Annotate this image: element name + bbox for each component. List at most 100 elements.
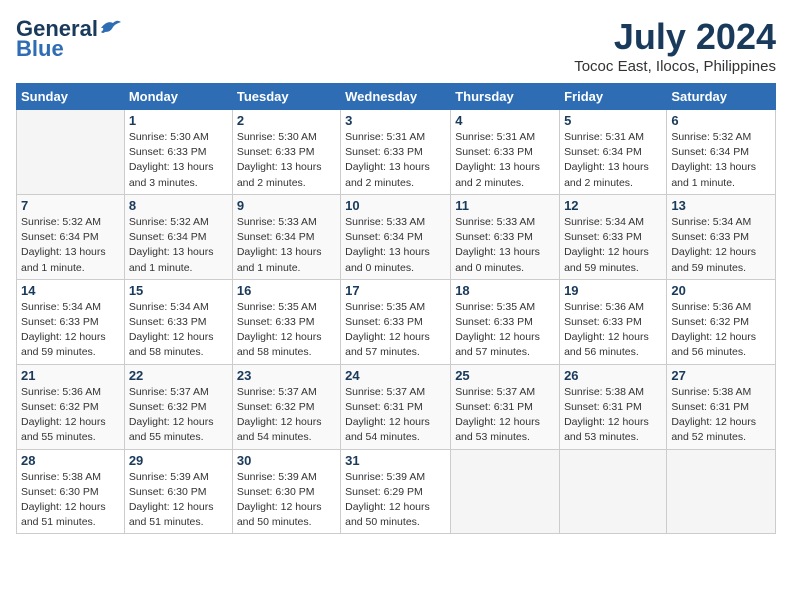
calendar-cell: 26 Sunrise: 5:38 AMSunset: 6:31 PMDayligh… [560, 364, 667, 449]
calendar-cell: 13Sunrise: 5:34 AMSunset: 6:33 PMDayligh… [667, 194, 776, 279]
day-number: 12 [564, 198, 662, 213]
logo-blue: Blue [16, 36, 64, 62]
day-number: 22 [129, 368, 228, 383]
calendar-cell: 15 Sunrise: 5:34 AMSunset: 6:33 PMDayligh… [124, 279, 232, 364]
day-detail: Sunrise: 5:38 AMSunset: 6:31 PMDaylight:… [564, 385, 662, 446]
day-detail: Sunrise: 5:37 AMSunset: 6:32 PMDaylight:… [237, 385, 336, 446]
location-subtitle: Tococ East, Ilocos, Philippines [574, 58, 776, 75]
day-detail: Sunrise: 5:33 AMSunset: 6:34 PMDaylight:… [237, 215, 336, 276]
calendar-cell: 6 Sunrise: 5:32 AMSunset: 6:34 PMDaylight… [667, 110, 776, 195]
page-header: General Blue July 2024 Tococ East, Iloco… [16, 16, 776, 75]
day-number: 17 [345, 283, 446, 298]
day-detail: Sunrise: 5:39 AMSunset: 6:30 PMDaylight:… [237, 470, 336, 531]
week-row-5: 28 Sunrise: 5:38 AMSunset: 6:30 PMDayligh… [17, 449, 776, 534]
day-detail: Sunrise: 5:35 AMSunset: 6:33 PMDaylight:… [455, 300, 555, 361]
title-block: July 2024 Tococ East, Ilocos, Philippine… [574, 16, 776, 75]
calendar-cell: 22 Sunrise: 5:37 AMSunset: 6:32 PMDayligh… [124, 364, 232, 449]
day-detail: Sunrise: 5:33 AMSunset: 6:33 PMDaylight:… [455, 215, 555, 276]
calendar-cell: 10 Sunrise: 5:33 AMSunset: 6:34 PMDayligh… [341, 194, 451, 279]
day-detail: Sunrise: 5:31 AMSunset: 6:33 PMDaylight:… [455, 130, 555, 191]
day-number: 15 [129, 283, 228, 298]
day-number: 14 [21, 283, 120, 298]
day-detail: Sunrise: 5:36 AMSunset: 6:32 PMDaylight:… [21, 385, 120, 446]
day-number: 4 [455, 113, 555, 128]
day-number: 1 [129, 113, 228, 128]
day-number: 9 [237, 198, 336, 213]
calendar-cell: 4 Sunrise: 5:31 AMSunset: 6:33 PMDaylight… [451, 110, 560, 195]
calendar-cell: 2Sunrise: 5:30 AMSunset: 6:33 PMDaylight… [232, 110, 340, 195]
logo: General Blue [16, 16, 121, 62]
calendar-cell: 30 Sunrise: 5:39 AMSunset: 6:30 PMDayligh… [232, 449, 340, 534]
calendar-cell [667, 449, 776, 534]
calendar-cell: 7Sunrise: 5:32 AMSunset: 6:34 PMDaylight… [17, 194, 125, 279]
day-number: 30 [237, 453, 336, 468]
day-number: 13 [671, 198, 771, 213]
day-detail: Sunrise: 5:34 AMSunset: 6:33 PMDaylight:… [564, 215, 662, 276]
day-detail: Sunrise: 5:32 AMSunset: 6:34 PMDaylight:… [129, 215, 228, 276]
calendar-cell: 11 Sunrise: 5:33 AMSunset: 6:33 PMDayligh… [451, 194, 560, 279]
calendar-cell [17, 110, 125, 195]
week-row-4: 21 Sunrise: 5:36 AMSunset: 6:32 PMDayligh… [17, 364, 776, 449]
calendar-cell: 28 Sunrise: 5:38 AMSunset: 6:30 PMDayligh… [17, 449, 125, 534]
day-number: 11 [455, 198, 555, 213]
calendar-cell: 20 Sunrise: 5:36 AMSunset: 6:32 PMDayligh… [667, 279, 776, 364]
calendar-cell: 9 Sunrise: 5:33 AMSunset: 6:34 PMDaylight… [232, 194, 340, 279]
day-number: 7 [21, 198, 120, 213]
calendar-cell: 27 Sunrise: 5:38 AMSunset: 6:31 PMDayligh… [667, 364, 776, 449]
day-detail: Sunrise: 5:31 AMSunset: 6:33 PMDaylight:… [345, 130, 446, 191]
calendar-cell: 29 Sunrise: 5:39 AMSunset: 6:30 PMDayligh… [124, 449, 232, 534]
day-number: 26 [564, 368, 662, 383]
day-number: 31 [345, 453, 446, 468]
day-header-tuesday: Tuesday [232, 84, 340, 110]
day-detail: Sunrise: 5:34 AMSunset: 6:33 PMDaylight:… [21, 300, 120, 361]
week-row-1: 1 Sunrise: 5:30 AMSunset: 6:33 PMDaylight… [17, 110, 776, 195]
day-header-thursday: Thursday [451, 84, 560, 110]
day-detail: Sunrise: 5:33 AMSunset: 6:34 PMDaylight:… [345, 215, 446, 276]
day-header-friday: Friday [560, 84, 667, 110]
calendar-cell: 14 Sunrise: 5:34 AMSunset: 6:33 PMDayligh… [17, 279, 125, 364]
day-number: 10 [345, 198, 446, 213]
calendar-cell: 23 Sunrise: 5:37 AMSunset: 6:32 PMDayligh… [232, 364, 340, 449]
day-detail: Sunrise: 5:34 AMSunset: 6:33 PMDaylight:… [129, 300, 228, 361]
day-detail: Sunrise: 5:38 AMSunset: 6:31 PMDaylight:… [671, 385, 771, 446]
day-detail: Sunrise: 5:37 AMSunset: 6:32 PMDaylight:… [129, 385, 228, 446]
calendar-cell: 25Sunrise: 5:37 AMSunset: 6:31 PMDayligh… [451, 364, 560, 449]
day-detail: Sunrise: 5:36 AMSunset: 6:32 PMDaylight:… [671, 300, 771, 361]
calendar-cell: 8 Sunrise: 5:32 AMSunset: 6:34 PMDaylight… [124, 194, 232, 279]
day-number: 25 [455, 368, 555, 383]
logo-bird-icon [99, 18, 121, 36]
day-header-sunday: Sunday [17, 84, 125, 110]
day-number: 28 [21, 453, 120, 468]
calendar-cell [560, 449, 667, 534]
day-detail: Sunrise: 5:30 AMSunset: 6:33 PMDaylight:… [237, 130, 336, 191]
day-number: 6 [671, 113, 771, 128]
day-detail: Sunrise: 5:38 AMSunset: 6:30 PMDaylight:… [21, 470, 120, 531]
calendar-cell: 5 Sunrise: 5:31 AMSunset: 6:34 PMDaylight… [560, 110, 667, 195]
day-detail: Sunrise: 5:31 AMSunset: 6:34 PMDaylight:… [564, 130, 662, 191]
day-detail: Sunrise: 5:37 AMSunset: 6:31 PMDaylight:… [345, 385, 446, 446]
day-header-saturday: Saturday [667, 84, 776, 110]
day-detail: Sunrise: 5:32 AMSunset: 6:34 PMDaylight:… [671, 130, 771, 191]
day-number: 29 [129, 453, 228, 468]
day-detail: Sunrise: 5:35 AMSunset: 6:33 PMDaylight:… [345, 300, 446, 361]
day-number: 20 [671, 283, 771, 298]
day-header-monday: Monday [124, 84, 232, 110]
calendar-table: SundayMondayTuesdayWednesdayThursdayFrid… [16, 83, 776, 534]
day-number: 21 [21, 368, 120, 383]
month-year-title: July 2024 [574, 16, 776, 58]
day-number: 23 [237, 368, 336, 383]
day-detail: Sunrise: 5:39 AMSunset: 6:30 PMDaylight:… [129, 470, 228, 531]
day-detail: Sunrise: 5:39 AMSunset: 6:29 PMDaylight:… [345, 470, 446, 531]
calendar-cell: 16Sunrise: 5:35 AMSunset: 6:33 PMDayligh… [232, 279, 340, 364]
day-number: 19 [564, 283, 662, 298]
day-number: 8 [129, 198, 228, 213]
day-number: 16 [237, 283, 336, 298]
day-detail: Sunrise: 5:36 AMSunset: 6:33 PMDaylight:… [564, 300, 662, 361]
day-number: 24 [345, 368, 446, 383]
day-detail: Sunrise: 5:30 AMSunset: 6:33 PMDaylight:… [129, 130, 228, 191]
day-header-row: SundayMondayTuesdayWednesdayThursdayFrid… [17, 84, 776, 110]
calendar-cell [451, 449, 560, 534]
calendar-cell: 21 Sunrise: 5:36 AMSunset: 6:32 PMDayligh… [17, 364, 125, 449]
day-number: 27 [671, 368, 771, 383]
day-number: 5 [564, 113, 662, 128]
